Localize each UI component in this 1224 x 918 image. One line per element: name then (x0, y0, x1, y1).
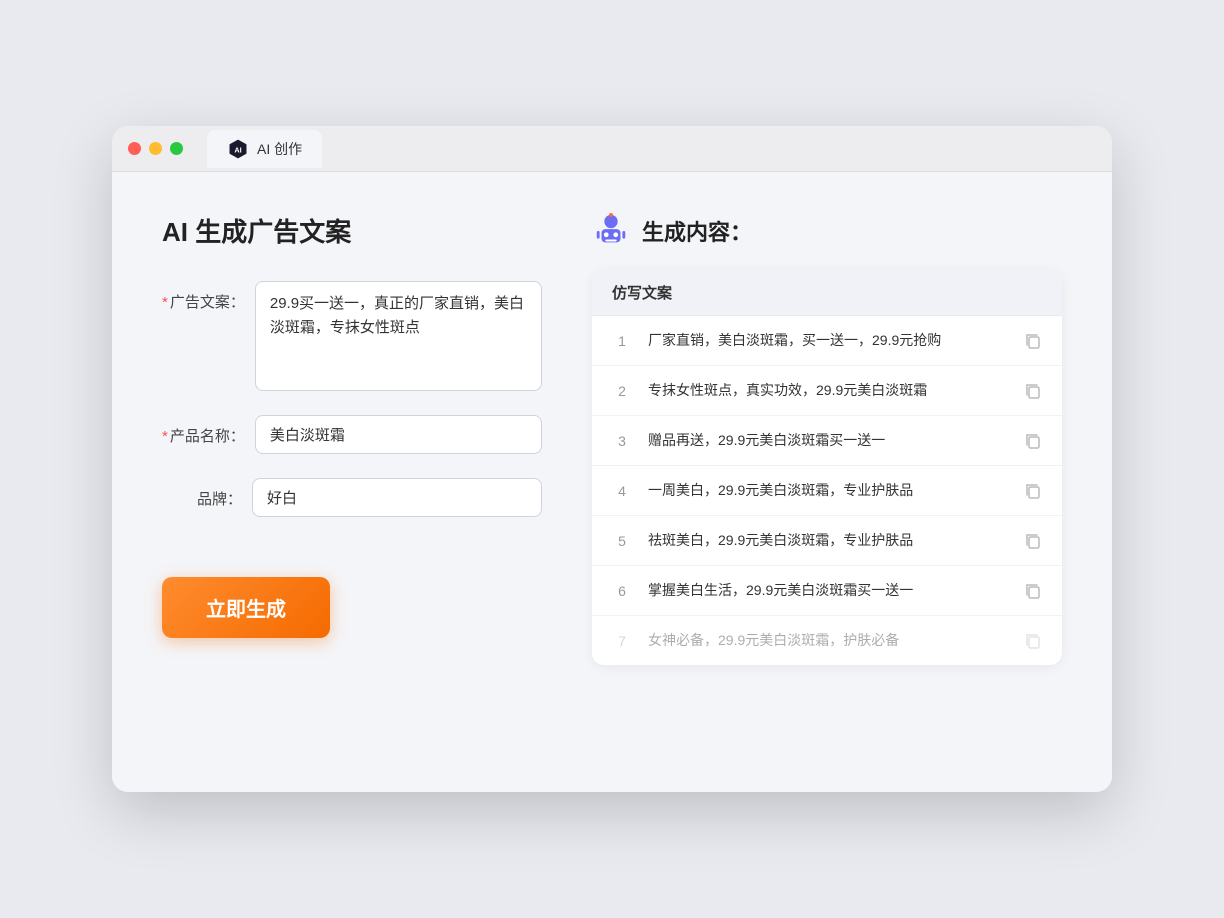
generate-button[interactable]: 立即生成 (162, 577, 330, 638)
robot-icon (592, 212, 630, 250)
right-panel: 生成内容： 仿写文案 1 厂家直销，美白淡斑霜，买一送一，29.9元抢购 (592, 212, 1062, 665)
result-box: 仿写文案 1 厂家直销，美白淡斑霜，买一送一，29.9元抢购 2 专抹女性斑点，… (592, 270, 1062, 665)
copy-icon-3[interactable] (1024, 432, 1042, 450)
result-text-7: 女神必备，29.9元美白淡斑霜，护肤必备 (648, 630, 1008, 651)
copy-icon-6[interactable] (1024, 582, 1042, 600)
browser-titlebar: AI AI 创作 (112, 126, 1112, 172)
left-panel: AI 生成广告文案 *广告文案： 29.9买一送一，真正的厂家直销，美白淡斑霜，… (162, 212, 542, 665)
result-num-3: 3 (612, 433, 632, 449)
result-num-6: 6 (612, 583, 632, 599)
result-item-3: 3 赠品再送，29.9元美白淡斑霜买一送一 (592, 416, 1062, 466)
browser-window: AI AI 创作 AI 生成广告文案 *广告文案： 29.9买一送一，真正的厂家… (112, 126, 1112, 792)
result-num-2: 2 (612, 383, 632, 399)
result-item-2: 2 专抹女性斑点，真实功效，29.9元美白淡斑霜 (592, 366, 1062, 416)
required-star: * (162, 294, 168, 311)
tab-label: AI 创作 (257, 139, 302, 159)
ad-copy-label: *广告文案： (162, 281, 245, 312)
result-text-5: 祛斑美白，29.9元美白淡斑霜，专业护肤品 (648, 530, 1008, 551)
product-name-input[interactable] (255, 415, 542, 454)
ai-create-tab[interactable]: AI AI 创作 (207, 130, 322, 168)
copy-icon-7[interactable] (1024, 632, 1042, 650)
brand-row: 品牌： (162, 478, 542, 517)
required-star-2: * (162, 428, 168, 445)
generate-button-container: 立即生成 (162, 541, 542, 638)
minimize-button[interactable] (149, 142, 162, 155)
main-layout: AI 生成广告文案 *广告文案： 29.9买一送一，真正的厂家直销，美白淡斑霜，… (162, 212, 1062, 665)
close-button[interactable] (128, 142, 141, 155)
result-table-header: 仿写文案 (592, 270, 1062, 316)
brand-label: 品牌： (162, 478, 242, 509)
result-item-1: 1 厂家直销，美白淡斑霜，买一送一，29.9元抢购 (592, 316, 1062, 366)
result-text-1: 厂家直销，美白淡斑霜，买一送一，29.9元抢购 (648, 330, 1008, 351)
ai-tab-icon: AI (227, 138, 249, 160)
result-item-7: 7 女神必备，29.9元美白淡斑霜，护肤必备 (592, 616, 1062, 665)
svg-text:AI: AI (234, 145, 241, 154)
result-text-3: 赠品再送，29.9元美白淡斑霜买一送一 (648, 430, 1008, 451)
maximize-button[interactable] (170, 142, 183, 155)
result-text-6: 掌握美白生活，29.9元美白淡斑霜买一送一 (648, 580, 1008, 601)
result-title: 生成内容： (642, 215, 752, 247)
result-num-1: 1 (612, 333, 632, 349)
traffic-lights (128, 142, 183, 155)
result-num-7: 7 (612, 633, 632, 649)
product-name-row: *产品名称： (162, 415, 542, 454)
ad-copy-input[interactable]: 29.9买一送一，真正的厂家直销，美白淡斑霜，专抹女性斑点 (255, 281, 542, 391)
result-text-2: 专抹女性斑点，真实功效，29.9元美白淡斑霜 (648, 380, 1008, 401)
result-item-5: 5 祛斑美白，29.9元美白淡斑霜，专业护肤品 (592, 516, 1062, 566)
result-item-4: 4 一周美白，29.9元美白淡斑霜，专业护肤品 (592, 466, 1062, 516)
copy-icon-4[interactable] (1024, 482, 1042, 500)
result-num-4: 4 (612, 483, 632, 499)
browser-content: AI 生成广告文案 *广告文案： 29.9买一送一，真正的厂家直销，美白淡斑霜，… (112, 172, 1112, 792)
result-num-5: 5 (612, 533, 632, 549)
ad-copy-row: *广告文案： 29.9买一送一，真正的厂家直销，美白淡斑霜，专抹女性斑点 (162, 281, 542, 391)
copy-icon-5[interactable] (1024, 532, 1042, 550)
result-header: 生成内容： (592, 212, 1062, 250)
page-title: AI 生成广告文案 (162, 212, 542, 249)
copy-icon-1[interactable] (1024, 332, 1042, 350)
result-item-6: 6 掌握美白生活，29.9元美白淡斑霜买一送一 (592, 566, 1062, 616)
product-name-label: *产品名称： (162, 415, 245, 446)
brand-input[interactable] (252, 478, 542, 517)
copy-icon-2[interactable] (1024, 382, 1042, 400)
result-text-4: 一周美白，29.9元美白淡斑霜，专业护肤品 (648, 480, 1008, 501)
